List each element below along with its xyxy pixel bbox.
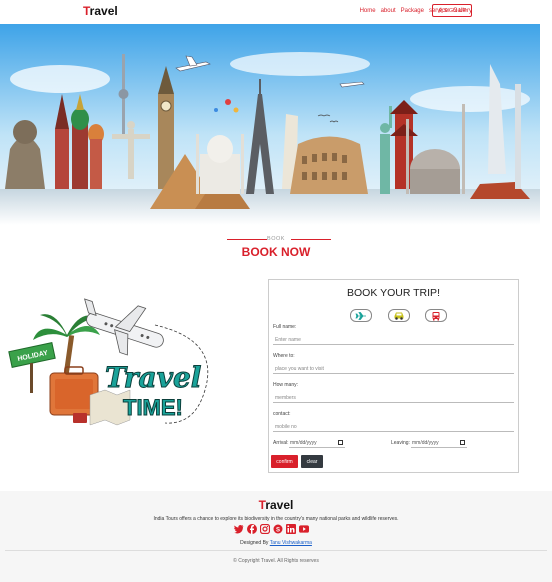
contact-input[interactable]: mobile no — [273, 422, 514, 432]
form-title: BOOK YOUR TRIP! — [347, 287, 440, 299]
plane-mode-button[interactable] — [350, 309, 372, 322]
travel-word: Travel — [105, 361, 201, 394]
youtube-link[interactable] — [299, 524, 309, 534]
twitter-link[interactable] — [234, 524, 244, 534]
designer-link[interactable]: Tanu Vishwakarma — [270, 540, 312, 546]
car-mode-button[interactable] — [388, 309, 410, 322]
confirm-button[interactable]: confirm — [271, 455, 298, 468]
footer-description: India Tours offers a chance to explore i… — [153, 516, 399, 522]
leaving-label: Leaving: — [391, 440, 410, 446]
twitter-icon — [234, 524, 244, 533]
hero-banner — [0, 24, 540, 225]
social-links: S — [234, 524, 309, 534]
section-title: BOOK NOW — [241, 245, 311, 259]
booking-form: BOOK YOUR TRIP! Full name: Enter name Wh… — [268, 279, 519, 473]
world-landmarks-image — [0, 24, 540, 225]
time-word: TIME! — [123, 395, 183, 420]
brand-rest: ravel — [89, 4, 118, 18]
designed-by: Designed By Tanu Vishwakarma — [240, 540, 312, 546]
calendar-icon[interactable] — [460, 440, 465, 445]
youtube-icon — [299, 525, 309, 533]
bus-icon — [432, 311, 440, 320]
calendar-icon[interactable] — [338, 440, 343, 445]
skype-icon: S — [273, 524, 283, 534]
signup-button[interactable]: SIGN UP — [432, 4, 472, 17]
skype-link[interactable]: S — [273, 524, 283, 534]
footer-brand: Travel — [258, 498, 294, 512]
user-icon — [437, 8, 443, 13]
footer: Travel India Tours offers a chance to ex… — [0, 491, 552, 582]
full-name-label: Full name: — [273, 324, 297, 330]
navbar: Travel Home about Package service Galler… — [0, 0, 552, 24]
instagram-icon — [260, 524, 270, 534]
travel-time-graphic: HOLIDAY Travel TIME! — [8, 298, 209, 426]
brand-logo[interactable]: Travel — [83, 4, 118, 18]
where-to-label: Where to: — [273, 353, 295, 359]
linkedin-icon — [286, 524, 296, 534]
where-to-input[interactable]: place you want to visit — [273, 364, 514, 374]
car-icon — [394, 312, 404, 320]
clear-button[interactable]: clear — [301, 455, 323, 468]
arrival-label: Arrival: — [273, 440, 289, 446]
how-many-label: How many: — [273, 382, 299, 388]
section-eyebrow: BOOK — [267, 236, 285, 242]
facebook-icon — [247, 524, 257, 534]
leaving-date-input[interactable]: mm/dd/yyyy — [411, 438, 467, 448]
nav-link-about[interactable]: about — [381, 8, 396, 14]
svg-text:S: S — [276, 527, 280, 533]
plane-icon — [355, 311, 366, 320]
linkedin-link[interactable] — [286, 524, 296, 534]
nav-link-package[interactable]: Package — [401, 8, 424, 14]
copyright-text: © Copyright Travel. All Rights reserves — [233, 558, 319, 564]
bus-mode-button[interactable] — [425, 309, 447, 322]
facebook-link[interactable] — [247, 524, 257, 534]
contact-label: contact: — [273, 411, 291, 417]
nav-link-home[interactable]: Home — [360, 8, 376, 14]
instagram-link[interactable] — [260, 524, 270, 534]
full-name-input[interactable]: Enter name — [273, 335, 514, 345]
travel-time-illustration: HOLIDAY Travel TIME! — [5, 295, 220, 435]
footer-divider — [5, 550, 547, 551]
brand-first-letter: T — [83, 4, 90, 18]
arrival-date-input[interactable]: mm/dd/yyyy — [289, 438, 345, 448]
how-many-input[interactable]: members — [273, 393, 514, 403]
